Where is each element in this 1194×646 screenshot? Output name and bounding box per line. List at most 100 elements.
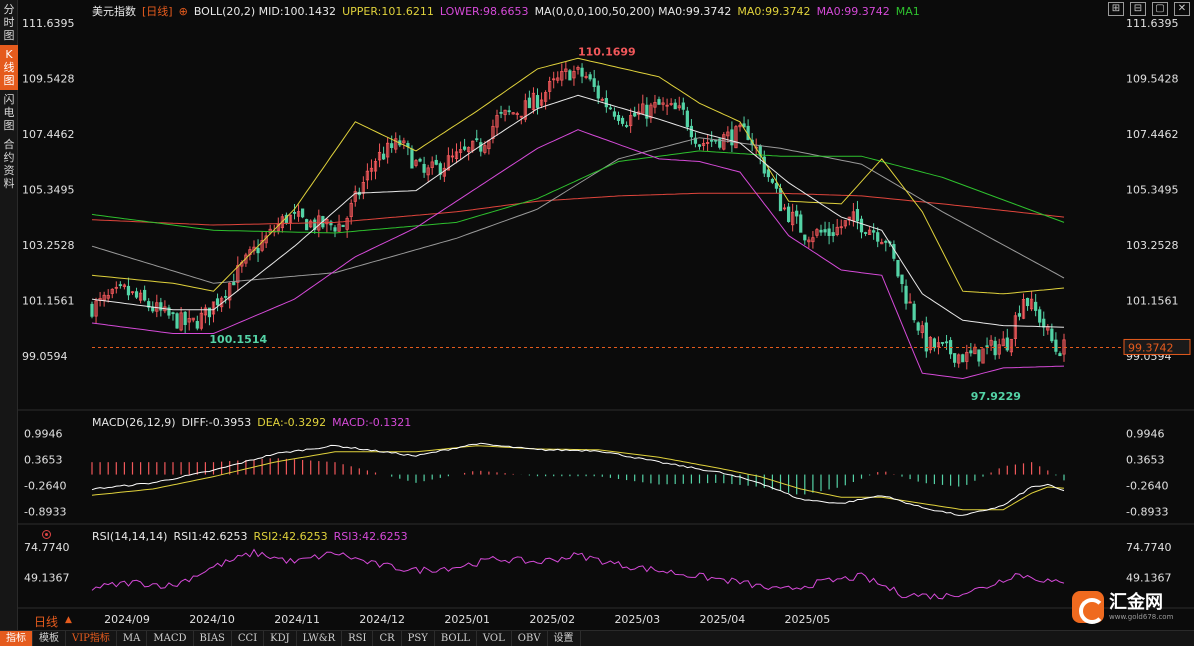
settings-dot-icon[interactable] — [42, 530, 51, 539]
candle-body — [134, 291, 139, 298]
candle-body — [479, 142, 483, 152]
candle-body — [410, 148, 414, 169]
rsi3: RSI3:42.6253 — [333, 530, 408, 543]
bias-tab[interactable]: BIAS — [194, 631, 232, 646]
price-axis-label-left: 99.0594 — [22, 350, 68, 363]
candle-body — [580, 67, 584, 77]
candle-body — [422, 163, 426, 173]
ma-tab[interactable]: MA — [117, 631, 148, 646]
candle-body — [462, 146, 467, 150]
candle-body — [232, 281, 236, 286]
indicator-tab[interactable]: 指标 — [0, 631, 33, 646]
candle-body — [876, 232, 880, 242]
candle-body — [126, 285, 131, 296]
grid-icon[interactable]: ⊞ — [1108, 2, 1124, 16]
rsi-legend: RSI(14,14,14) RSI1:42.6253 RSI2:42.6253 RSI… — [92, 530, 414, 543]
template-tab[interactable]: 模板 — [33, 631, 66, 646]
tab-timeshare[interactable]: 分时图 — [0, 0, 18, 45]
obv-tab[interactable]: OBV — [512, 631, 548, 646]
candle-body — [434, 159, 438, 165]
maximize-icon[interactable]: ▢ — [1152, 2, 1168, 16]
candle-body — [657, 99, 661, 105]
time-axis-label: 2025/05 — [785, 613, 831, 626]
layout-icon[interactable]: ⊟ — [1130, 2, 1146, 16]
macd-dea: DEA:-0.3292 — [257, 416, 327, 429]
logo-url: www.gold678.com — [1109, 612, 1174, 621]
candle-body — [799, 214, 803, 233]
candle-body — [390, 143, 394, 149]
macd-diff: DIFF:-0.3953 — [181, 416, 252, 429]
period-tag[interactable]: [日线] — [142, 5, 173, 18]
tab-kline[interactable]: K线图 — [0, 45, 18, 90]
candle-body — [195, 321, 199, 329]
candle-body — [863, 232, 868, 234]
candle-body — [305, 219, 309, 231]
candle-body — [953, 353, 957, 363]
rsi-tab[interactable]: RSI — [342, 631, 374, 646]
price-axis-label-left: 103.2528 — [22, 239, 75, 252]
candle-body — [770, 178, 775, 183]
candle-body — [90, 303, 94, 317]
time-axis-label: 2024/11 — [274, 613, 320, 626]
psy-tab[interactable]: PSY — [402, 631, 435, 646]
caret-up-icon[interactable]: ▲ — [65, 615, 72, 625]
candle-body — [624, 125, 629, 127]
candle-body — [710, 139, 714, 142]
macd-axis-label-right: -0.2640 — [1126, 479, 1168, 492]
candle-body — [1042, 318, 1046, 328]
rsi-line — [91, 548, 1065, 600]
candle-body — [143, 289, 147, 301]
cci-tab[interactable]: CCI — [232, 631, 265, 646]
tab-flash[interactable]: 闪电图 — [0, 90, 18, 135]
candle-body — [300, 208, 305, 218]
candle-body — [1005, 337, 1009, 351]
candle-body — [827, 228, 831, 236]
macd-axis-label-right: 0.3653 — [1126, 453, 1165, 466]
settings-tab[interactable]: 设置 — [548, 631, 581, 646]
add-indicator-icon[interactable]: ⊕ — [179, 5, 188, 18]
candle-body — [608, 107, 613, 110]
indicator-bar: 指标 模板 VIP指标 MA MACD BIAS CCI KDJ LW&R RS… — [0, 630, 1194, 646]
price-axis-label-left: 109.5428 — [22, 72, 75, 85]
candle-body — [685, 110, 689, 128]
candle-body — [940, 342, 945, 344]
price-axis-label-right: 107.4462 — [1126, 128, 1179, 141]
macd-axis-label-right: -0.8933 — [1126, 505, 1168, 518]
close-icon[interactable]: ✕ — [1174, 2, 1190, 16]
candle-body — [568, 70, 572, 81]
logo-mark-icon — [1072, 591, 1105, 624]
candle-body — [183, 311, 187, 326]
lwr-tab[interactable]: LW&R — [297, 631, 343, 646]
main-legend: 美元指数 [日线] ⊕ BOLL(20,2) MID:100.1432 UPPER:10… — [92, 3, 926, 19]
rsi1: RSI1:42.6253 — [173, 530, 248, 543]
candle-body — [681, 102, 685, 110]
candle-body — [1050, 328, 1054, 342]
logo: 汇金网 www.gold678.com — [1072, 588, 1190, 626]
macd-value: MACD:-0.1321 — [332, 416, 412, 429]
chart-area[interactable]: 111.6395 111.6395 109.5428 109.5428 107.4462… — [18, 0, 1194, 630]
candle-body — [612, 111, 617, 117]
logo-name: 汇金网 — [1109, 591, 1163, 613]
window-buttons: ⊞ ⊟ ▢ ✕ — [1108, 2, 1190, 16]
period-selector[interactable]: 日线 — [34, 613, 58, 630]
price-axis-label-left: 105.3495 — [22, 183, 75, 196]
macd-tab[interactable]: MACD — [147, 631, 194, 646]
tab-contract-info[interactable]: 合约资料 — [0, 135, 18, 193]
vip-indicator-tab[interactable]: VIP指标 — [66, 631, 117, 646]
rsi2: RSI2:42.6253 — [253, 530, 328, 543]
candle-body — [1017, 313, 1022, 317]
candle-body — [159, 302, 163, 311]
candle-body — [1025, 297, 1030, 307]
side-tab-bar: 分时图 K线图 闪电图 合约资料 — [0, 0, 18, 630]
macd-legend: MACD(26,12,9) DIFF:-0.3953 DEA:-0.3292 MACD… — [92, 416, 417, 429]
candle-body — [803, 234, 807, 241]
candle-body — [985, 345, 989, 348]
boll-tab[interactable]: BOLL — [435, 631, 477, 646]
kdj-tab[interactable]: KDJ — [264, 631, 297, 646]
candle-body — [1038, 309, 1042, 323]
candle-body — [855, 209, 860, 222]
candle-body — [916, 322, 920, 331]
candle-body — [527, 97, 532, 109]
vol-tab[interactable]: VOL — [477, 631, 512, 646]
cr-tab[interactable]: CR — [373, 631, 402, 646]
